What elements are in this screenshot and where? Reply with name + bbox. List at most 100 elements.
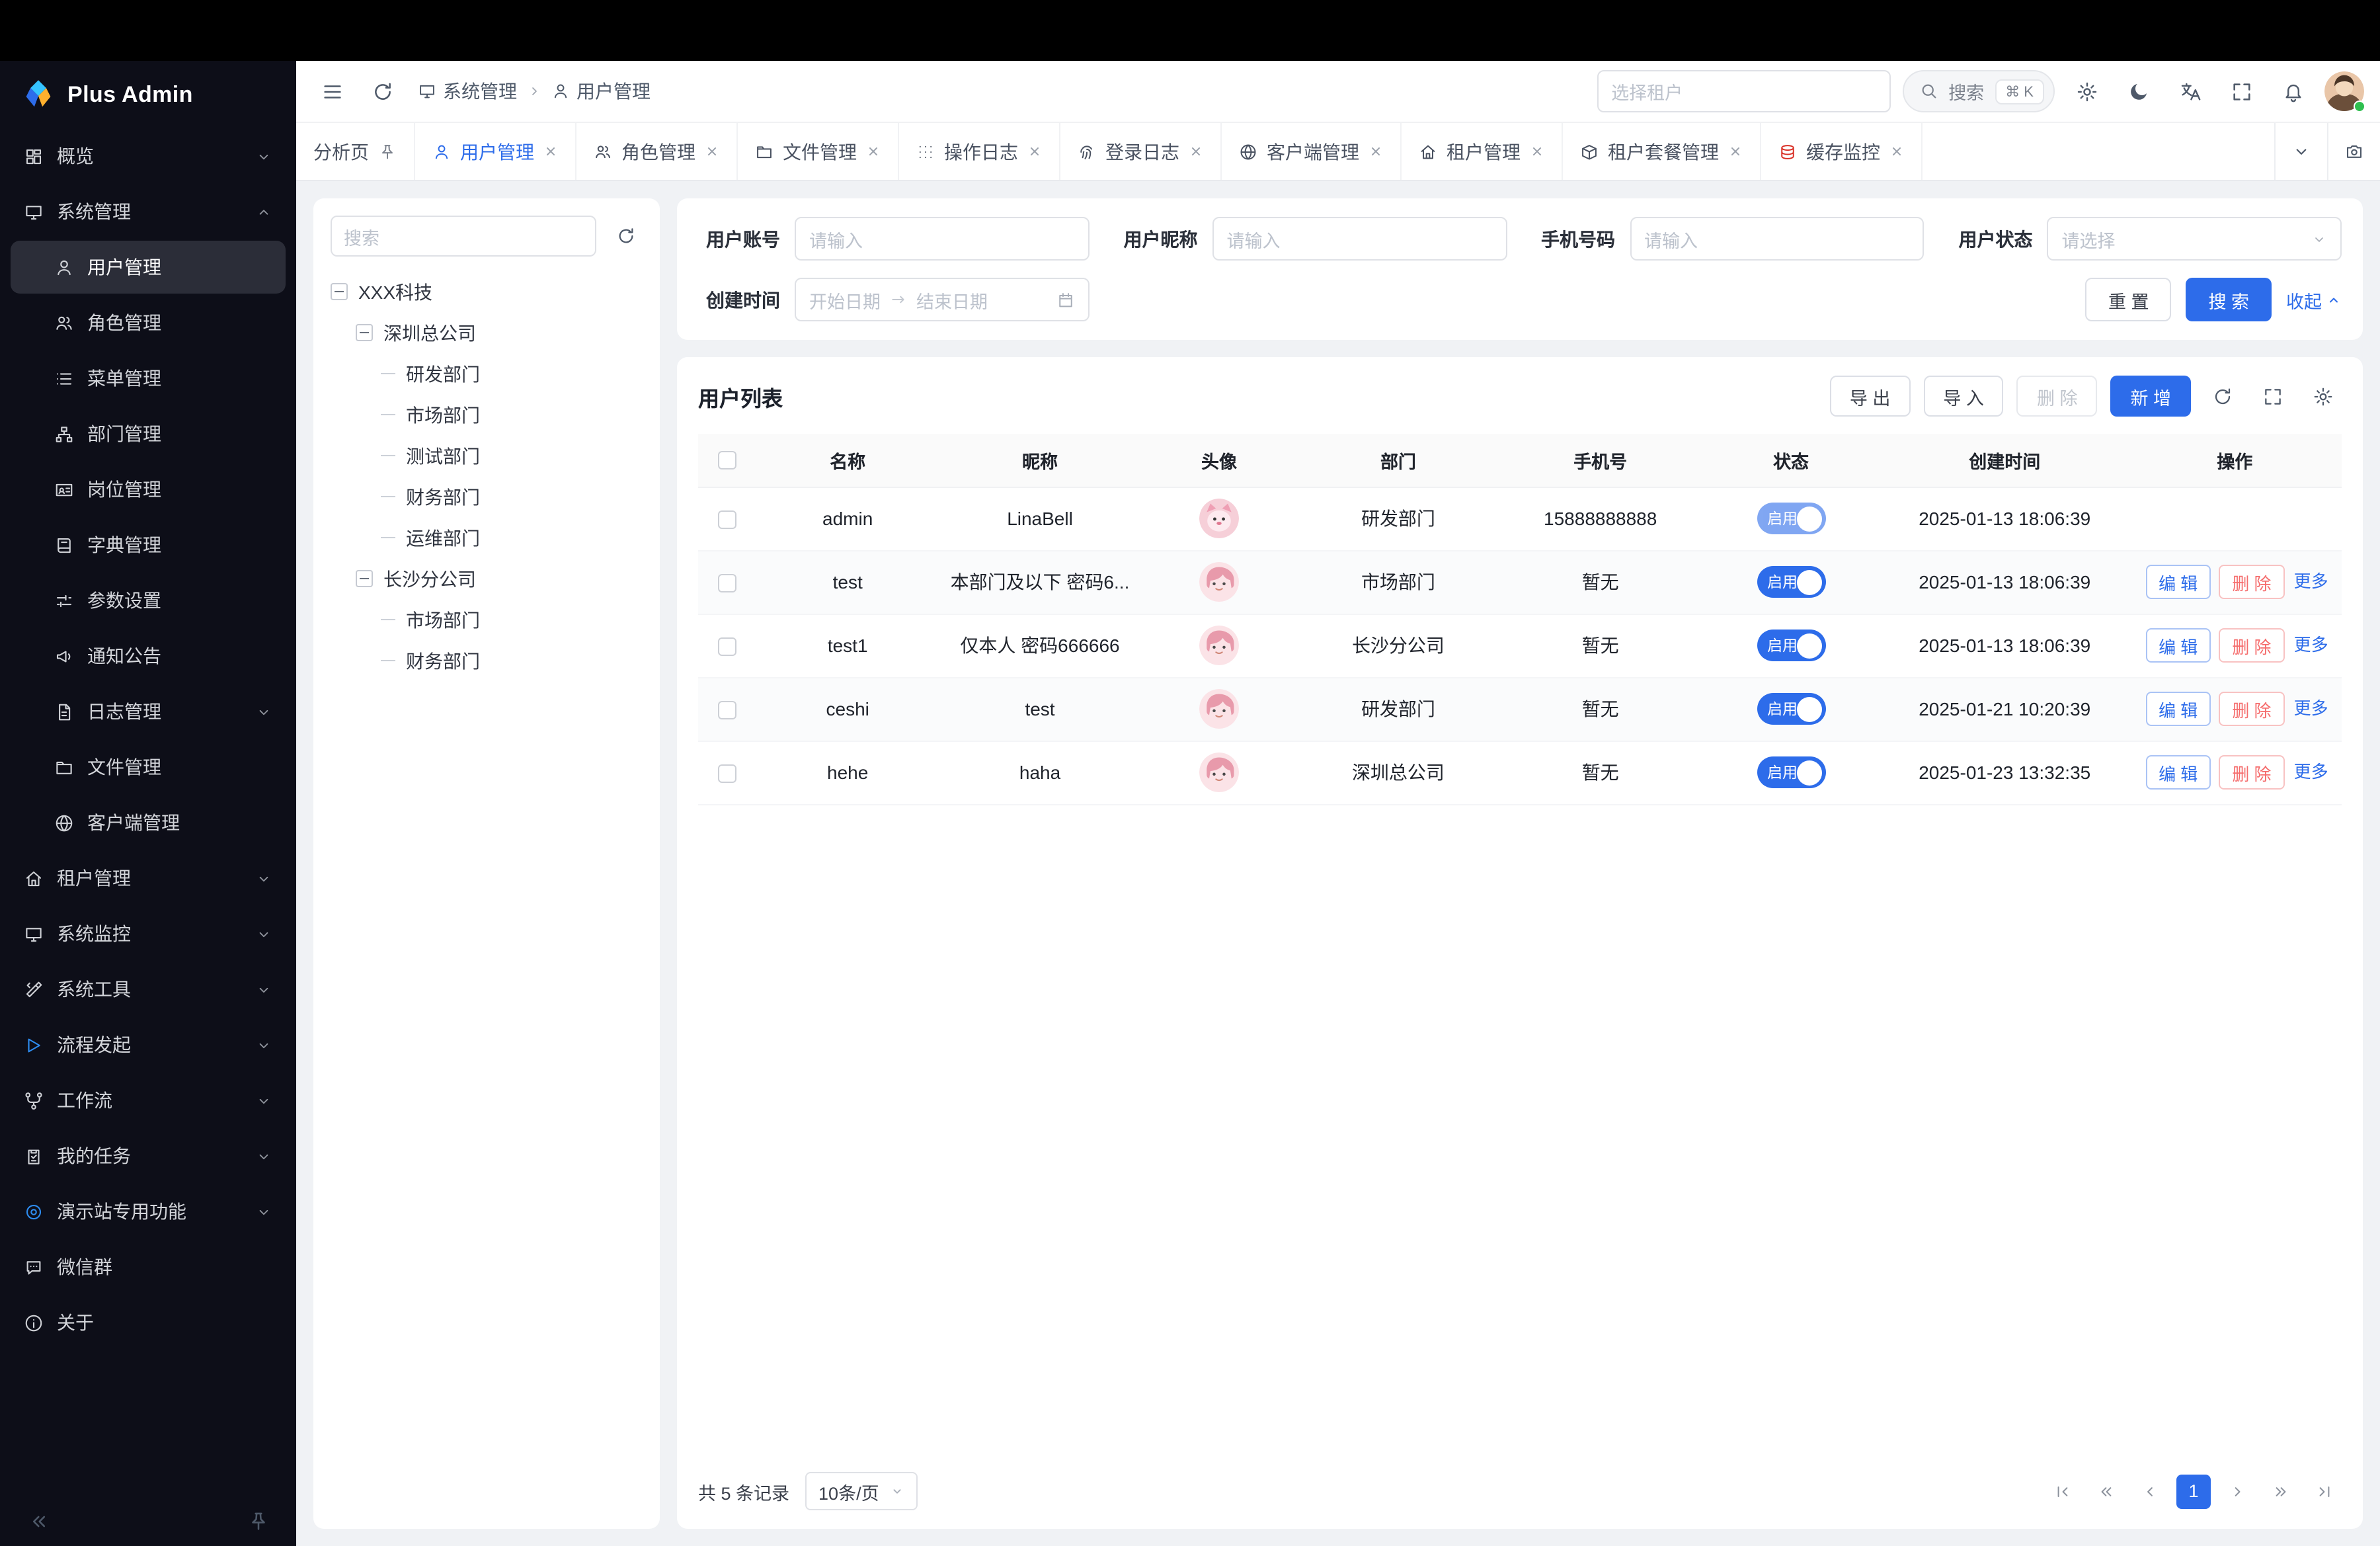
language-switch-button[interactable] — [2170, 71, 2209, 111]
prev-pages-button[interactable] — [2089, 1474, 2123, 1508]
status-toggle[interactable]: 启用 — [1757, 503, 1825, 534]
sidebar-item-mytask[interactable]: 我的任务 — [11, 1129, 286, 1182]
user-avatar[interactable] — [2324, 71, 2364, 111]
collapse-sidebar-button[interactable] — [19, 1501, 58, 1541]
row-checkbox[interactable] — [719, 510, 737, 529]
edit-button[interactable]: 编 辑 — [2145, 755, 2211, 790]
next-page-button[interactable] — [2220, 1474, 2254, 1508]
pin-sidebar-button[interactable] — [238, 1501, 278, 1541]
account-input[interactable]: 请输入 — [795, 217, 1090, 261]
export-button[interactable]: 导 出 — [1830, 376, 1911, 417]
nickname-input[interactable]: 请输入 — [1212, 217, 1507, 261]
row-checkbox[interactable] — [719, 701, 737, 719]
breadcrumb-item-user[interactable]: 用户管理 — [551, 78, 651, 104]
last-page-button[interactable] — [2307, 1474, 2342, 1508]
tree-node[interactable]: 市场部门 — [331, 394, 643, 435]
sidebar-item-flow[interactable]: 流程发起 — [11, 1018, 286, 1071]
row-checkbox[interactable] — [719, 637, 737, 656]
notifications-button[interactable] — [2273, 71, 2313, 111]
tab-tenant-package[interactable]: 租户套餐管理 — [1563, 123, 1761, 180]
sidebar-item-config[interactable]: 参数设置 — [11, 574, 286, 627]
edit-button[interactable]: 编 辑 — [2145, 628, 2211, 663]
more-actions-link[interactable]: 更多 — [2294, 761, 2328, 781]
tenant-select-input[interactable]: 选择租户 — [1597, 70, 1890, 112]
more-actions-link[interactable]: 更多 — [2294, 571, 2328, 590]
column-settings-button[interactable] — [2305, 378, 2342, 415]
sidebar-item-systool[interactable]: 系统工具 — [11, 963, 286, 1016]
tab-close-icon[interactable] — [705, 144, 719, 159]
tab-user[interactable]: 用户管理 — [415, 123, 576, 180]
tree-node[interactable]: 运维部门 — [331, 517, 643, 558]
tree-node[interactable]: 研发部门 — [331, 353, 643, 394]
tab-close-icon[interactable] — [1889, 144, 1904, 159]
hamburger-menu-button[interactable] — [312, 71, 352, 111]
tree-refresh-button[interactable] — [608, 219, 643, 253]
next-pages-button[interactable] — [2264, 1474, 2298, 1508]
delete-button[interactable]: 删 除 — [2219, 565, 2284, 599]
tab-close-icon[interactable] — [543, 144, 558, 159]
tab-close-icon[interactable] — [1027, 144, 1042, 159]
tree-node[interactable]: XXX科技 — [331, 271, 643, 312]
table-refresh-button[interactable] — [2204, 378, 2241, 415]
select-all-checkbox[interactable] — [719, 452, 737, 470]
delete-selected-button[interactable]: 删 除 — [2017, 376, 2098, 417]
sidebar-item-dict[interactable]: 字典管理 — [11, 518, 286, 571]
tab-op-log[interactable]: 操作日志 — [899, 123, 1060, 180]
status-toggle[interactable]: 启用 — [1757, 566, 1825, 598]
tree-node[interactable]: 财务部门 — [331, 640, 643, 681]
tree-node[interactable]: 长沙分公司 — [331, 558, 643, 599]
tab-close-icon[interactable] — [1368, 144, 1383, 159]
current-page[interactable]: 1 — [2176, 1474, 2211, 1508]
sidebar-item-post[interactable]: 岗位管理 — [11, 463, 286, 516]
more-actions-link[interactable]: 更多 — [2294, 634, 2328, 654]
sidebar-item-file[interactable]: 文件管理 — [11, 741, 286, 793]
date-range-input[interactable]: 开始日期 结束日期 — [795, 278, 1090, 321]
sidebar-item-dept[interactable]: 部门管理 — [11, 407, 286, 460]
tree-expand-toggle[interactable] — [356, 324, 373, 341]
sidebar-item-user[interactable]: 用户管理 — [11, 241, 286, 294]
reset-button[interactable]: 重 置 — [2086, 278, 2172, 321]
sidebar-item-sysmonitor[interactable]: 系统监控 — [11, 907, 286, 960]
table-fullscreen-button[interactable] — [2254, 378, 2291, 415]
delete-button[interactable]: 删 除 — [2219, 692, 2284, 726]
tree-search-input[interactable]: 搜索 — [331, 216, 596, 257]
tree-node[interactable]: 财务部门 — [331, 476, 643, 517]
tab-client[interactable]: 客户端管理 — [1222, 123, 1402, 180]
edit-button[interactable]: 编 辑 — [2145, 565, 2211, 599]
breadcrumb-item-system[interactable]: 系统管理 — [418, 78, 517, 104]
tree-expand-toggle[interactable] — [331, 283, 348, 300]
sidebar-item-role[interactable]: 角色管理 — [11, 296, 286, 349]
tab-close-icon[interactable] — [1189, 144, 1203, 159]
tab-close-icon[interactable] — [866, 144, 881, 159]
tab-tenant[interactable]: 租户管理 — [1402, 123, 1563, 180]
sidebar-item-client[interactable]: 客户端管理 — [11, 796, 286, 849]
status-select[interactable]: 请选择 — [2047, 217, 2342, 261]
sidebar-item-wechat[interactable]: 微信群 — [11, 1241, 286, 1293]
sidebar-item-workflow[interactable]: 工作流 — [11, 1074, 286, 1127]
dark-mode-toggle[interactable] — [2118, 71, 2158, 111]
prev-page-button[interactable] — [2133, 1474, 2167, 1508]
sidebar-item-notice[interactable]: 通知公告 — [11, 630, 286, 682]
edit-button[interactable]: 编 辑 — [2145, 692, 2211, 726]
global-search-button[interactable]: 搜索 ⌘ K — [1902, 70, 2055, 112]
sidebar-item-menu[interactable]: 菜单管理 — [11, 352, 286, 405]
tab-close-icon[interactable] — [1728, 144, 1743, 159]
tab-cache[interactable]: 缓存监控 — [1761, 123, 1923, 180]
content-screenshot-button[interactable] — [2327, 123, 2380, 180]
sidebar-item-about[interactable]: 关于 — [11, 1296, 286, 1349]
settings-button[interactable] — [2067, 71, 2106, 111]
delete-button[interactable]: 删 除 — [2219, 628, 2284, 663]
tab-options-button[interactable] — [2274, 123, 2327, 180]
tab-role[interactable]: 角色管理 — [576, 123, 738, 180]
search-button[interactable]: 搜 索 — [2186, 278, 2272, 321]
tab-close-icon[interactable] — [1530, 144, 1544, 159]
row-checkbox[interactable] — [719, 764, 737, 783]
fullscreen-button[interactable] — [2221, 71, 2261, 111]
status-toggle[interactable]: 启用 — [1757, 756, 1825, 788]
page-size-select[interactable]: 10条/页 — [805, 1472, 918, 1510]
import-button[interactable]: 导 入 — [1923, 376, 2004, 417]
tree-node[interactable]: 市场部门 — [331, 599, 643, 640]
sidebar-item-system[interactable]: 系统管理 — [11, 185, 286, 238]
sidebar-item-log[interactable]: 日志管理 — [11, 685, 286, 738]
sidebar-item-demo[interactable]: 演示站专用功能 — [11, 1185, 286, 1238]
